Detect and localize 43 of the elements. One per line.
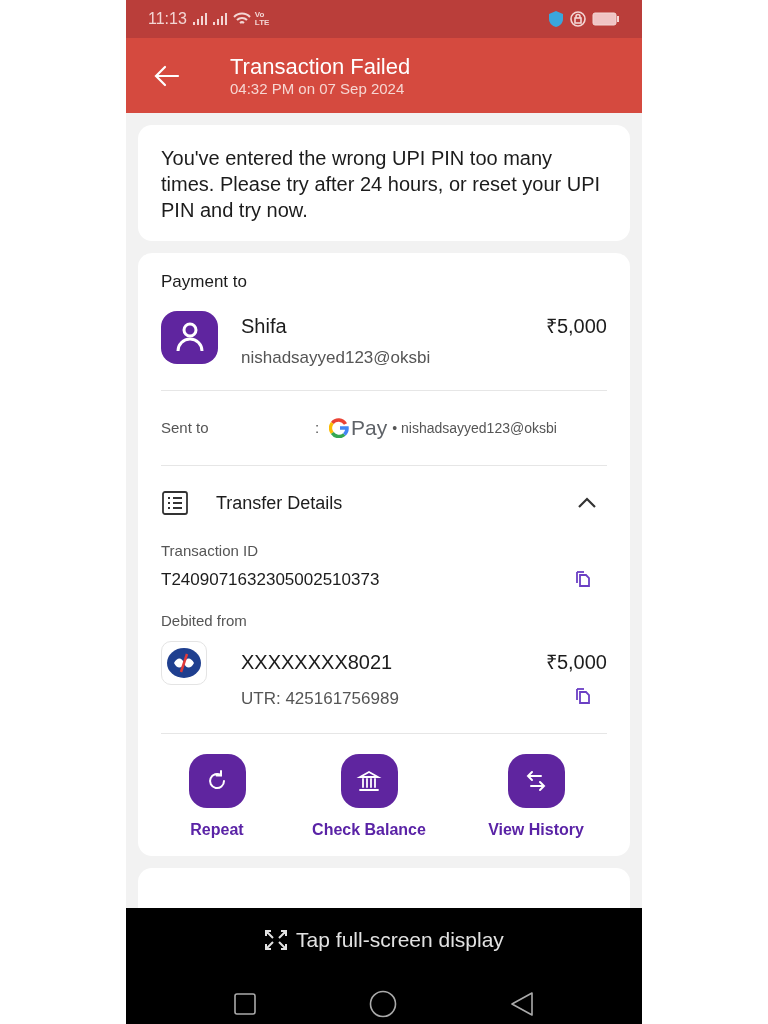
action-button[interactable]: View History: [471, 754, 601, 842]
debited-from-label: Debited from: [161, 611, 248, 631]
separator: :: [315, 417, 321, 438]
payment-amount: ₹5,000: [545, 313, 607, 339]
bank-logo-icon: [166, 646, 202, 679]
list-icon: [161, 489, 189, 517]
action-button[interactable]: Repeat: [167, 754, 267, 842]
transfer-details-header[interactable]: Transfer Details: [161, 466, 607, 540]
fullscreen-prompt[interactable]: Tap full-screen display: [264, 924, 504, 956]
signal-icon: [192, 13, 229, 25]
network-label: Vo LTE: [254, 11, 271, 27]
payee-name: Shifa: [241, 313, 288, 339]
recent-apps-icon[interactable]: [234, 992, 256, 1015]
account-number: XXXXXXXX8021: [241, 649, 394, 675]
lock-icon: [570, 11, 586, 27]
back-icon[interactable]: [510, 990, 534, 1017]
expand-icon: [264, 928, 289, 951]
error-message: You've entered the wrong UPI PIN too many times. Please try after 24 hours, or reset your UPI PIN and try now.: [161, 146, 602, 223]
sent-to-upi-id: • nishadsayyed123@oksbi: [392, 418, 557, 438]
payment-heading: Payment to: [161, 271, 248, 293]
transfer-details-title: Transfer Details: [216, 491, 344, 515]
pay-app-label: Pay: [351, 415, 388, 442]
wifi-icon: [232, 12, 251, 26]
shield-icon: [548, 10, 564, 28]
page-subtitle: 04:32 PM on 07 Sep 2024: [230, 79, 406, 98]
bank-icon: [356, 768, 382, 794]
battery-icon: [592, 12, 620, 26]
action-button[interactable]: Check Balance: [294, 754, 444, 842]
status-time: 11:13: [148, 9, 187, 29]
debited-amount: ₹5,000: [545, 649, 607, 675]
back-arrow-icon[interactable]: [154, 64, 180, 87]
copy-icon[interactable]: [573, 685, 593, 706]
chevron-up-icon: [577, 497, 597, 509]
page-title: Transaction Failed: [230, 53, 411, 80]
payee-upi-id: nishadsayyed123@oksbi: [241, 346, 432, 369]
transaction-id-label: Transaction ID: [161, 541, 259, 561]
google-g-logo: [329, 418, 349, 438]
utr-number: UTR: 425161756989: [241, 687, 400, 710]
sent-to-label: Sent to: [161, 417, 210, 438]
person-icon: [174, 321, 205, 353]
transaction-id: T2409071632305002510373: [161, 568, 380, 591]
copy-icon[interactable]: [573, 569, 593, 590]
home-icon[interactable]: [369, 989, 397, 1018]
